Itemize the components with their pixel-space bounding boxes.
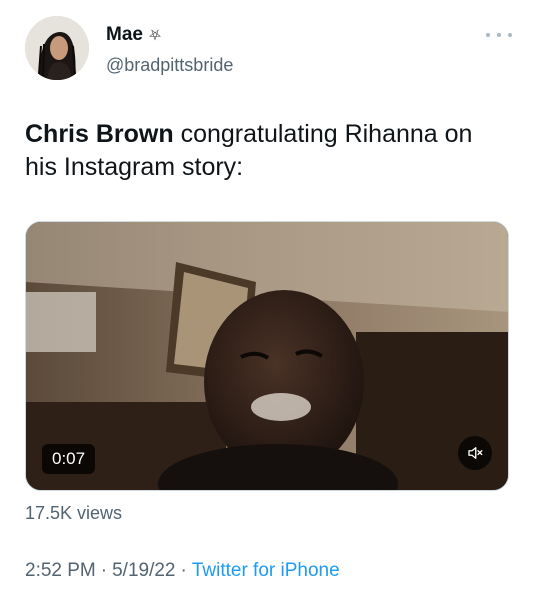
tweet-source-link[interactable]: Twitter for iPhone [192, 560, 340, 582]
more-dot-icon [508, 33, 512, 37]
more-dot-icon [486, 33, 490, 37]
speaker-muted-icon [468, 447, 483, 459]
tweet-meta: 2:52 PM · 5/19/22 · Twitter for iPhone [25, 560, 340, 582]
tweet-card: Mae ⛧ @bradpittsbride Chris Brown congra… [0, 0, 534, 600]
video-timestamp: 0:07 [42, 444, 96, 474]
video-frame [26, 222, 508, 490]
avatar[interactable] [25, 16, 89, 80]
pentagram-icon: ⛧ [148, 26, 161, 44]
meta-separator: · [100, 560, 108, 581]
more-options-button[interactable] [486, 28, 512, 42]
display-name[interactable]: Mae [106, 24, 143, 46]
user-handle[interactable]: @bradpittsbride [106, 55, 233, 76]
view-count[interactable]: 17.5K views [25, 503, 122, 524]
avatar-image [25, 16, 89, 80]
tweet-text-bold: Chris Brown [25, 120, 174, 148]
mute-button[interactable] [458, 436, 492, 470]
tweet-date[interactable]: 5/19/22 [112, 560, 175, 582]
author-name-row: Mae ⛧ [106, 24, 161, 46]
meta-separator: · [180, 560, 187, 581]
tweet-text: Chris Brown congratulating Rihanna on hi… [25, 118, 505, 184]
tweet-time[interactable]: 2:52 PM [25, 560, 96, 582]
more-dot-icon [497, 33, 501, 37]
video-player[interactable]: 0:07 [25, 221, 509, 491]
